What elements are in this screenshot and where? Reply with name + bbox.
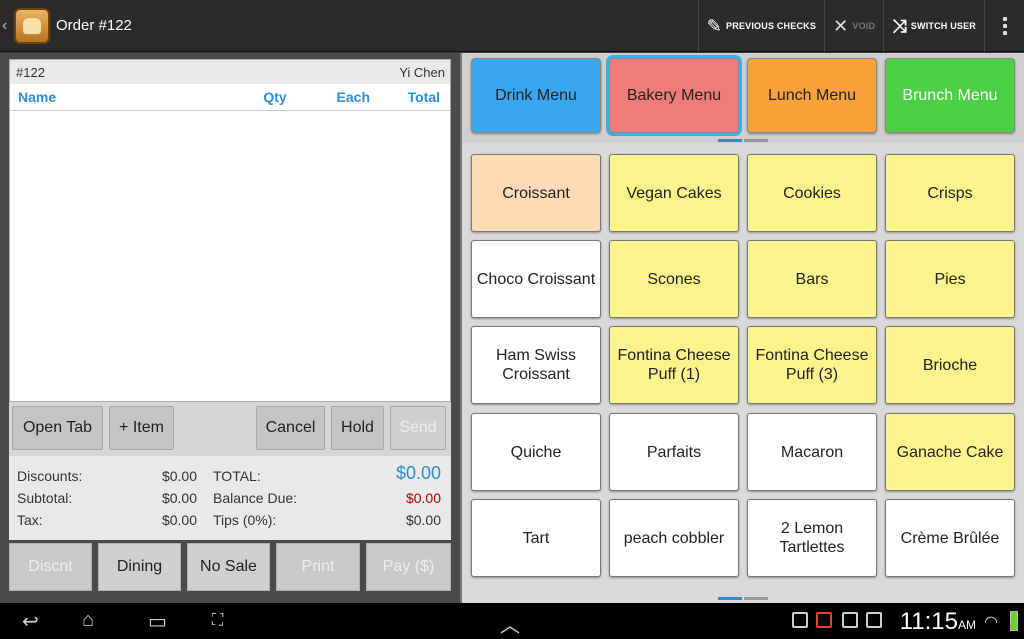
discount-button[interactable]: Discnt xyxy=(9,543,92,591)
menu-tab-brunch[interactable]: Brunch Menu xyxy=(885,58,1015,133)
chevron-up-icon[interactable]: ︿ xyxy=(500,609,520,638)
toast-app-icon[interactable] xyxy=(14,7,50,44)
item-page-indicator xyxy=(718,597,768,600)
send-button[interactable]: Send xyxy=(390,406,446,450)
no-sale-button[interactable]: No Sale xyxy=(187,543,270,591)
recent-apps-icon[interactable]: ▭ xyxy=(148,609,167,634)
tax-value: $0.00 xyxy=(161,512,197,528)
previous-checks-button[interactable]: ✎ PREVIOUS CHECKS xyxy=(697,0,824,52)
back-icon[interactable]: ↩ xyxy=(22,609,39,634)
order-number: #122 xyxy=(16,64,45,80)
void-button[interactable]: ✕ VOID xyxy=(824,0,883,52)
menu-item[interactable]: Fontina Cheese Puff (3) xyxy=(747,326,877,404)
menu-item[interactable]: Parfaits xyxy=(609,413,739,491)
shuffle-icon: ⤨ xyxy=(892,15,907,36)
image-icon xyxy=(842,612,858,628)
balance-due-label: Balance Due: xyxy=(213,490,298,506)
menu-item[interactable]: 2 Lemon Tartlettes xyxy=(747,499,877,577)
mail-icon xyxy=(866,612,882,628)
totals-panel: Discounts: $0.00 Subtotal: $0.00 Tax: $0… xyxy=(9,456,451,540)
tips-label: Tips (0%): xyxy=(213,512,277,528)
col-qty: Qty xyxy=(263,89,287,105)
wifi-icon: ◠ xyxy=(984,614,998,631)
menu-item[interactable]: Bars xyxy=(747,240,877,318)
total-label: TOTAL: xyxy=(213,468,261,484)
menu-tab-bakery[interactable]: Bakery Menu xyxy=(606,55,742,136)
void-label: VOID xyxy=(852,21,876,31)
menu-item[interactable]: Pies xyxy=(885,240,1015,318)
menu-item[interactable]: Tart xyxy=(471,499,601,577)
back-chevron-icon[interactable]: ‹ xyxy=(2,17,12,35)
menu-panel: Drink Menu Bakery Menu Lunch Menu Brunch… xyxy=(460,53,1024,603)
item-grid: Croissant Vegan Cakes Cookies Crisps Choco C… xyxy=(462,149,1024,603)
previous-checks-label: PREVIOUS CHECKS xyxy=(726,21,817,31)
menu-item[interactable]: Crème Brûlée xyxy=(885,499,1015,577)
subtotal-label: Subtotal: xyxy=(17,490,73,506)
menu-page-indicator xyxy=(718,139,768,142)
col-each: Each xyxy=(336,89,370,105)
open-tab-button[interactable]: Open Tab xyxy=(12,406,103,450)
menu-item[interactable]: Crisps xyxy=(885,154,1015,232)
menu-item[interactable]: Ham Swiss Croissant xyxy=(471,326,601,404)
system-nav-bar: ↩ ⌂ ▭ ⛶ ︿ 11:15AM ◠ xyxy=(0,603,1024,639)
title-bar: ‹ Order #122 ✎ PREVIOUS CHECKS ✕ VOID ⤨ … xyxy=(0,0,1024,52)
clock-ampm: AM xyxy=(958,618,976,632)
menu-item[interactable]: Vegan Cakes xyxy=(609,154,739,232)
overflow-menu-icon[interactable] xyxy=(984,0,1024,52)
tax-label: Tax: xyxy=(17,512,43,528)
discounts-label: Discounts: xyxy=(17,468,83,484)
col-name: Name xyxy=(18,89,57,105)
receipt-header: Name Qty Each Total xyxy=(10,84,450,111)
col-total: Total xyxy=(407,89,440,105)
app-notification-icon xyxy=(816,612,832,628)
menu-tabs: Drink Menu Bakery Menu Lunch Menu Brunch… xyxy=(462,53,1024,143)
server-name: Yi Chen xyxy=(399,64,445,80)
menu-item[interactable]: Brioche xyxy=(885,326,1015,404)
dining-button[interactable]: Dining xyxy=(98,543,181,591)
switch-user-label: SWITCH USER xyxy=(910,21,976,31)
add-item-button[interactable]: + Item xyxy=(109,406,174,450)
balance-due-value: $0.00 xyxy=(405,490,441,506)
status-clock: 11:15AM xyxy=(900,608,976,636)
receipt: #122 Yi Chen Name Qty Each Total xyxy=(9,59,451,402)
order-panel: #122 Yi Chen Name Qty Each Total Open Ta… xyxy=(0,53,460,603)
switch-user-button[interactable]: ⤨ SWITCH USER xyxy=(883,0,984,52)
menu-tab-lunch[interactable]: Lunch Menu xyxy=(747,58,877,133)
order-title: Order #122 xyxy=(56,17,132,34)
menu-item[interactable]: Quiche xyxy=(471,413,601,491)
home-icon[interactable]: ⌂ xyxy=(82,609,94,632)
menu-item[interactable]: Cookies xyxy=(747,154,877,232)
menu-item[interactable]: peach cobbler xyxy=(609,499,739,577)
clock-time: 11:15 xyxy=(899,608,958,635)
tips-value: $0.00 xyxy=(405,512,441,528)
menu-item[interactable]: Choco Croissant xyxy=(471,240,601,318)
hold-button[interactable]: Hold xyxy=(331,406,384,450)
cancel-button[interactable]: Cancel xyxy=(256,406,325,450)
menu-item[interactable]: Macaron xyxy=(747,413,877,491)
bottom-action-row: Discnt Dining No Sale Print Pay ($) xyxy=(9,543,451,591)
battery-icon xyxy=(1010,611,1018,631)
action-row: Open Tab + Item Cancel Hold Send xyxy=(9,402,451,456)
screenshot-icon[interactable]: ⛶ xyxy=(212,612,223,630)
pay-button[interactable]: Pay ($) xyxy=(366,543,451,591)
menu-item[interactable]: Scones xyxy=(609,240,739,318)
menu-item[interactable]: Ganache Cake xyxy=(885,413,1015,491)
print-button[interactable]: Print xyxy=(276,543,360,591)
menu-tab-drink[interactable]: Drink Menu xyxy=(471,58,601,133)
pencil-icon: ✎ xyxy=(706,15,723,36)
subtotal-value: $0.00 xyxy=(161,490,197,506)
menu-item[interactable]: Croissant xyxy=(471,154,601,232)
total-value: $0.00 xyxy=(395,463,441,483)
menu-item[interactable]: Fontina Cheese Puff (1) xyxy=(609,326,739,404)
close-icon: ✕ xyxy=(833,15,849,36)
discounts-value: $0.00 xyxy=(161,468,197,484)
notification-icon xyxy=(792,612,808,628)
